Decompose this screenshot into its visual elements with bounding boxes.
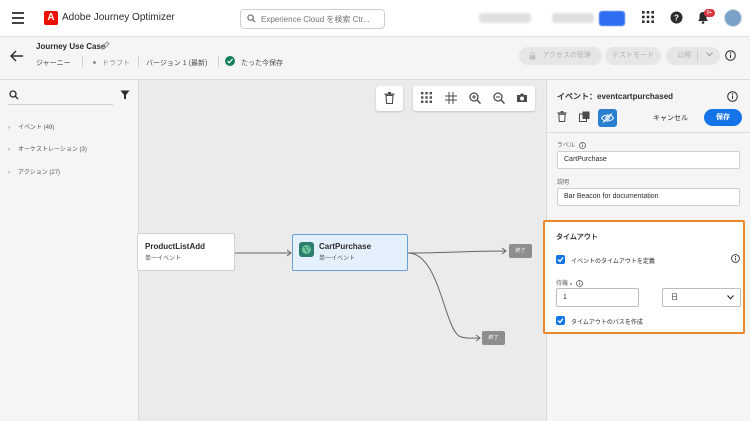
- sandbox-switcher-blurred[interactable]: [552, 13, 594, 23]
- saved-check-icon: [225, 56, 235, 66]
- info-icon[interactable]: [727, 91, 738, 102]
- trash-icon[interactable]: [384, 92, 395, 104]
- help-icon[interactable]: ?: [670, 11, 683, 24]
- wait-unit-dropdown[interactable]: 日: [662, 288, 741, 307]
- chevron-right-icon: ›: [8, 170, 10, 176]
- manage-access-label: アクセスの管理: [542, 52, 591, 59]
- define-timeout-label[interactable]: イベントのタイムアウトを定義: [571, 256, 655, 265]
- label-field[interactable]: CartPurchase: [557, 151, 740, 169]
- node-cartpurchase[interactable]: CartPurchase 単一イベント: [292, 234, 408, 271]
- node-productlistadd[interactable]: ProductListAdd 単一イベント: [137, 233, 235, 271]
- journey-name: Journey Use Case: [36, 42, 106, 51]
- node-title: ProductListAdd: [145, 242, 205, 251]
- event-globe-icon: [299, 242, 314, 257]
- zoom-in-icon[interactable]: [469, 92, 481, 104]
- sandbox-badge[interactable]: [599, 11, 625, 26]
- journey-type: ジャーニー: [36, 60, 71, 67]
- grid-icon[interactable]: [421, 92, 432, 103]
- journey-status: ドラフト: [102, 60, 130, 67]
- timeout-section: タイムアウト イベントのタイムアウトを定義 待機 ● 1 日 タイムアウトのパス…: [543, 220, 745, 334]
- category-events[interactable]: › イベント (49): [8, 122, 54, 131]
- create-timeout-path-checkbox[interactable]: [556, 316, 565, 325]
- node-subtitle: 単一イベント: [319, 256, 356, 262]
- end-node-timeout[interactable]: 終了: [482, 331, 505, 345]
- pencil-edit-icon[interactable]: [101, 41, 110, 50]
- adobe-logo-icon[interactable]: A: [44, 11, 58, 25]
- canvas-toolbar: [413, 86, 535, 111]
- end-node[interactable]: 終了: [509, 244, 532, 258]
- lock-icon: [529, 52, 536, 60]
- eye-off-icon: [601, 113, 614, 123]
- info-icon[interactable]: [731, 254, 740, 263]
- journey-header: Journey Use Case ジャーニー ドラフト バージョン 1 (最新)…: [0, 37, 750, 80]
- node-subtitle: 単一イベント: [145, 256, 182, 262]
- visibility-off-toggle[interactable]: [598, 109, 617, 127]
- label-field-label: ラベル: [557, 140, 586, 149]
- top-navigation-bar: A Adobe Journey Optimizer ? 9+: [0, 0, 750, 37]
- test-mode-button[interactable]: テストモード: [605, 47, 661, 65]
- category-actions[interactable]: › アクション (27): [8, 167, 60, 176]
- saved-status: たった今保存: [241, 60, 283, 67]
- info-icon[interactable]: [575, 279, 583, 287]
- node-title: CartPurchase: [319, 242, 372, 251]
- app-name[interactable]: Adobe Journey Optimizer: [62, 12, 175, 23]
- category-orchestration[interactable]: › オーケストレーション (3): [8, 144, 87, 153]
- zoom-out-icon[interactable]: [493, 92, 505, 104]
- divider: [218, 56, 219, 67]
- journey-canvas[interactable]: ProductListAdd 単一イベント CartPurchase 単一イベン…: [137, 80, 546, 421]
- org-switcher-blurred[interactable]: [479, 13, 531, 23]
- publish-label: 公開: [677, 52, 691, 59]
- back-arrow-icon[interactable]: [10, 50, 24, 62]
- required-marker: ●: [569, 280, 573, 286]
- global-search[interactable]: [240, 9, 385, 29]
- wait-label: 待機 ●: [556, 278, 583, 287]
- chevron-right-icon: ›: [8, 147, 10, 153]
- description-field-label: 説明: [557, 180, 570, 186]
- chevron-down-icon: [706, 52, 713, 57]
- camera-icon[interactable]: [516, 92, 528, 103]
- info-icon[interactable]: [578, 141, 586, 149]
- svg-text:?: ?: [674, 14, 679, 23]
- status-dot-icon: [93, 61, 96, 64]
- checkmark-icon: [557, 257, 564, 263]
- wait-duration-input[interactable]: 1: [556, 288, 639, 307]
- description-field[interactable]: Bar Beacon for documentation: [557, 188, 740, 206]
- wait-unit-value: 日: [671, 294, 678, 301]
- journey-version: バージョン 1 (最新): [146, 60, 208, 67]
- search-input[interactable]: [261, 13, 381, 26]
- chevron-down-icon: [727, 295, 734, 300]
- divider: [138, 56, 139, 67]
- panel-title: イベント：eventcartpurchased: [557, 92, 674, 101]
- timeout-section-title: タイムアウト: [556, 234, 598, 241]
- user-avatar[interactable]: [724, 9, 742, 27]
- create-timeout-path-label[interactable]: タイムアウトのパスを作成: [571, 317, 643, 326]
- menu-icon[interactable]: [12, 12, 24, 24]
- divider: [82, 56, 83, 67]
- palette-search-input[interactable]: [8, 104, 113, 105]
- search-icon[interactable]: [9, 90, 19, 100]
- delete-toolbar: [376, 86, 403, 111]
- info-icon[interactable]: [725, 50, 736, 61]
- filter-icon[interactable]: [120, 90, 130, 100]
- apps-grid-icon[interactable]: [642, 11, 654, 23]
- duplicate-icon[interactable]: [579, 111, 590, 122]
- publish-split-divider: [697, 51, 698, 61]
- manage-access-button[interactable]: アクセスの管理: [519, 47, 602, 65]
- search-icon: [247, 14, 256, 23]
- activity-palette: › イベント (49) › オーケストレーション (3) › アクション (27): [0, 80, 139, 421]
- save-button[interactable]: 保存: [704, 109, 742, 126]
- fit-to-screen-icon[interactable]: [445, 92, 457, 104]
- notification-count-badge: 9+: [704, 9, 715, 17]
- chevron-right-icon: ›: [8, 125, 10, 131]
- cancel-button[interactable]: キャンセル: [653, 113, 688, 123]
- define-timeout-checkbox[interactable]: [556, 255, 565, 264]
- checkmark-icon: [557, 318, 564, 324]
- publish-button[interactable]: 公開: [666, 47, 720, 65]
- divider: [547, 132, 750, 133]
- trash-icon[interactable]: [557, 111, 567, 122]
